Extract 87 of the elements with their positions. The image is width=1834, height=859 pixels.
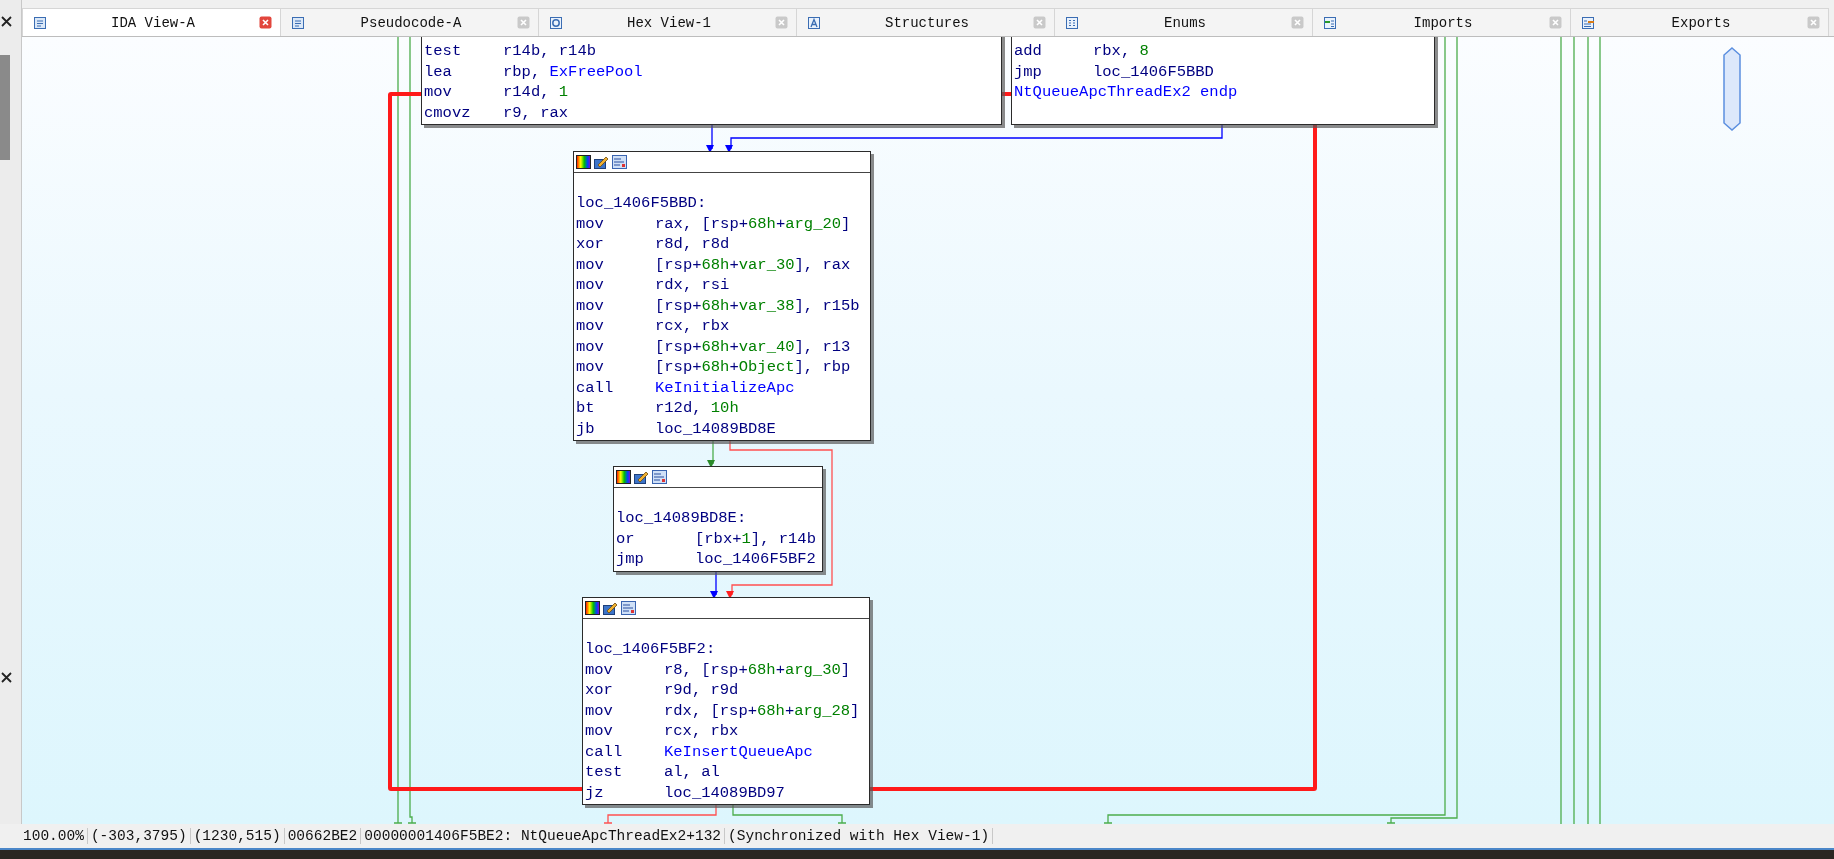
status-text: 00662BE2 [284,828,362,844]
mnemonic: cmovz [424,102,472,123]
mnemonic: mov [576,357,605,378]
operands: rdx, rsi [655,275,730,296]
edit-icon[interactable] [594,155,609,169]
operands: [rsp+68h+var_30], rax [655,254,851,275]
edit-icon[interactable] [603,601,618,615]
mnemonic: lea [424,61,453,82]
operands: [rsp+68h+Object], rbp [655,357,851,378]
operands: KeInsertQueueApc [664,741,813,762]
mnemonic: mov [585,659,614,680]
operands: [rsp+68h+var_40], r13 [655,336,851,357]
graph-icon[interactable] [612,155,627,169]
document-icon [291,15,305,30]
tab[interactable]: Pseudocode-A [280,8,539,36]
operands: [rsp+68h+var_38], r15b [655,295,860,316]
mnemonic: call [585,741,624,762]
operands: rcx, rbx [664,721,739,742]
scrollbar-thumb[interactable] [0,55,10,160]
mnemonic: mov [576,254,605,275]
tab[interactable]: IDA View-A [22,8,281,36]
palette-icon[interactable] [585,601,600,615]
status-text: 100.00% [20,828,88,844]
operands: [rbx+1], r14b [695,528,816,549]
operands: r8d, r8d [655,234,730,255]
operands: rbx, 8 [1093,41,1149,62]
operands: loc_14089BD97 [664,782,785,803]
mnemonic: or [616,528,636,549]
tab[interactable]: Imports [1312,8,1571,36]
status-text: (-303,3795) [87,828,191,844]
tab[interactable]: Hex View-1 [538,8,797,36]
operands: rcx, rbx [655,316,730,337]
zoom-handle-icon[interactable] [1722,47,1742,131]
operands: r12d, 10h [655,398,739,419]
mnemonic: jmp [1014,61,1043,82]
mnemonic: mov [576,295,605,316]
tab[interactable]: Exports [1570,8,1829,36]
mnemonic: jmp [616,549,645,570]
operands: r9d, r9d [664,680,739,701]
graph-icon[interactable] [621,601,636,615]
code-label: loc_14089BD8E: [616,508,747,529]
operands: loc_14089BD8E [655,418,776,439]
mnemonic: jz [585,782,605,803]
status-text: (1230,515) [190,828,285,844]
status-text: (Synchronized with Hex View-1) [725,828,994,844]
mnemonic: xor [576,234,605,255]
procedure-end: NtQueueApcThreadEx2 endp [1014,82,1238,103]
mnemonic: bt [576,398,596,419]
graph-icon[interactable] [652,470,667,484]
close-icon[interactable] [1,672,12,683]
code-label: loc_1406F5BF2: [585,639,716,660]
mnemonic: test [424,41,463,62]
code-label: loc_1406F5BBD: [576,193,707,214]
palette-icon[interactable] [576,155,591,169]
operands: r9, rax [503,102,569,123]
operands: al, al [664,762,720,783]
mnemonic: mov [585,721,614,742]
mnemonic: mov [576,275,605,296]
circle-icon [549,15,563,30]
palette-icon[interactable] [616,470,631,484]
mnemonic: test [585,762,624,783]
close-icon[interactable] [1,16,12,27]
mnemonic: call [576,377,615,398]
operands: rdx, [rsp+68h+arg_28] [664,700,860,721]
edit-icon[interactable] [634,470,649,484]
mnemonic: xor [585,680,614,701]
grid-icon [1065,15,1079,30]
mnemonic: mov [424,82,453,103]
mnemonic: mov [576,336,605,357]
mnemonic: mov [576,316,605,337]
operands: rax, [rsp+68h+arg_20] [655,213,851,234]
triangle-icon [807,15,821,30]
operands: loc_1406F5BBD [1093,61,1214,82]
status-text: 00000001406F5BE2: NtQueueApcThreadEx2+132 [361,828,726,844]
tab[interactable]: Enums [1054,8,1313,36]
mnemonic: add [1014,41,1043,62]
mnemonic: jb [576,418,596,439]
operands: rbp, ExFreePool [503,61,643,82]
operands: r8, [rsp+68h+arg_30] [664,659,851,680]
operands: KeInitializeApc [655,377,795,398]
operands: r14d, 1 [503,82,569,103]
tab[interactable]: Structures [796,8,1055,36]
document-icon [33,15,47,30]
mnemonic: mov [585,700,614,721]
operands: loc_1406F5BF2 [695,549,816,570]
operands: r14b, r14b [503,41,596,62]
mnemonic: mov [576,213,605,234]
